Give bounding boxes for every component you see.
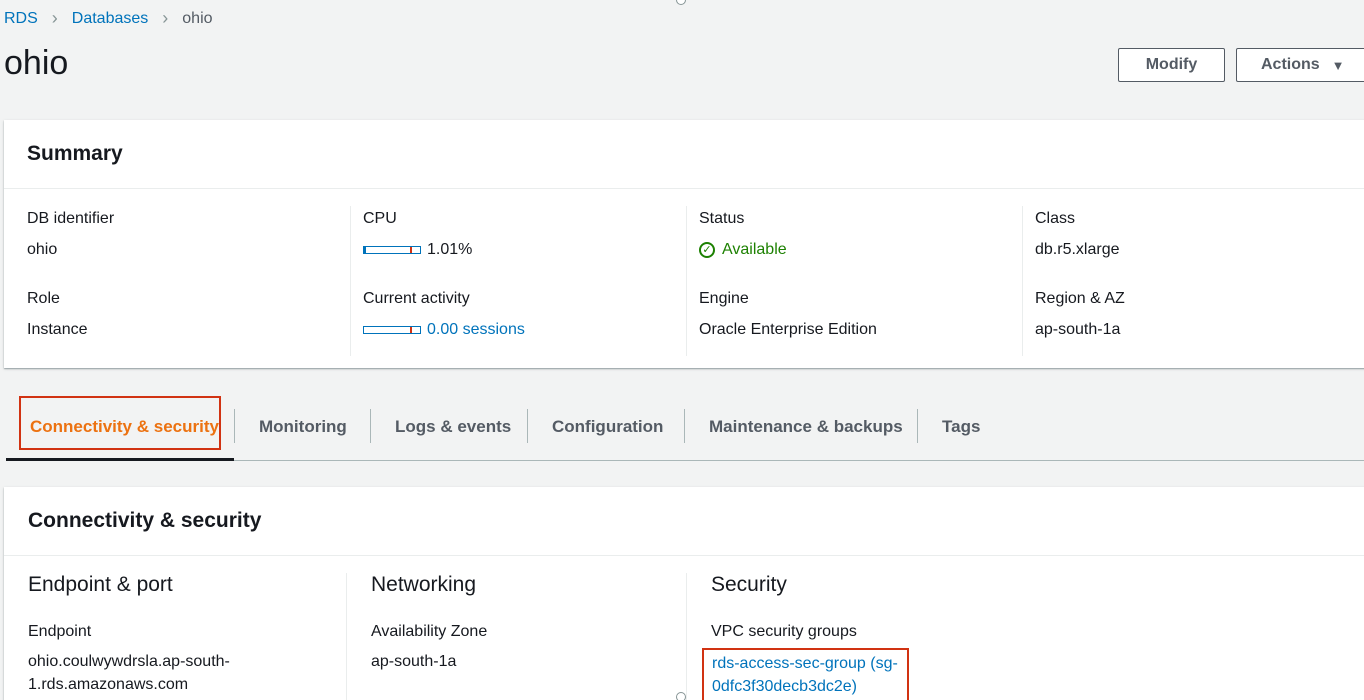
endpoint-label: Endpoint	[28, 623, 92, 640]
tab-maintenance-backups[interactable]: Maintenance & backups	[709, 396, 903, 458]
resize-handle-icon[interactable]	[676, 692, 686, 700]
security-group-line1: rds-access-sec-group (sg-	[712, 655, 898, 672]
availability-zone-label: Availability Zone	[371, 623, 488, 640]
active-tab-indicator	[6, 458, 234, 461]
summary-column-status: Status ✓ Available Engine Oracle Enterpr…	[686, 206, 1022, 356]
vpc-security-groups-label: VPC security groups	[711, 623, 857, 640]
modify-button-label: Modify	[1145, 56, 1198, 73]
summary-column-cpu: CPU 1.01% Current activity 0.00 sessions	[350, 206, 686, 356]
connectivity-header: Connectivity & security	[4, 487, 1364, 556]
summary-column-identity: DB identifier ohio Role Instance	[4, 206, 349, 356]
caret-down-icon: ▼	[1331, 57, 1345, 73]
cpu-label: CPU	[363, 210, 397, 227]
db-identifier-value: ohio	[27, 241, 58, 258]
security-section: Security VPC security groups rds-access-…	[686, 573, 1347, 700]
actions-dropdown-button[interactable]: Actions ▼	[1236, 48, 1364, 82]
status-label: Status	[699, 210, 745, 227]
db-identifier-label: DB identifier	[27, 210, 115, 227]
tab-tags[interactable]: Tags	[942, 396, 980, 458]
breadcrumb-databases-link[interactable]: Databases	[72, 10, 149, 28]
breadcrumb-rds-link[interactable]: RDS	[4, 10, 38, 28]
actions-button-label: Actions	[1261, 56, 1320, 73]
breadcrumb-current: ohio	[182, 9, 213, 27]
networking-title: Networking	[371, 573, 477, 596]
sessions-link[interactable]: 0.00 sessions	[427, 321, 525, 339]
status-value: ✓ Available	[699, 241, 787, 259]
cpu-percentage: 1.01%	[427, 241, 473, 258]
page-title: ohio	[4, 44, 69, 82]
resize-handle-icon[interactable]	[676, 0, 686, 5]
region-label: Region & AZ	[1035, 290, 1125, 307]
tab-monitoring[interactable]: Monitoring	[259, 396, 347, 458]
endpoint-value-line2: 1.rds.amazonaws.com	[28, 676, 189, 693]
endpoint-port-section: Endpoint & port Endpoint ohio.coulwywdrs…	[4, 573, 346, 700]
detail-tabs: Connectivity & security Monitoring Logs …	[6, 396, 1364, 461]
status-text: Available	[722, 241, 787, 258]
summary-header: Summary	[4, 120, 1364, 189]
class-label: Class	[1035, 210, 1076, 227]
availability-zone-value: ap-south-1a	[371, 653, 457, 670]
current-activity-label: Current activity	[363, 290, 470, 307]
endpoint-value-line1: ohio.coulwywdrsla.ap-south-	[28, 653, 230, 670]
chevron-right-icon: ›	[51, 8, 58, 28]
summary-panel: Summary DB identifier ohio Role Instance…	[4, 120, 1364, 368]
cpu-meter	[363, 246, 421, 254]
cpu-value: 1.01%	[363, 241, 472, 259]
tab-connectivity-security[interactable]: Connectivity & security	[30, 396, 219, 458]
activity-meter	[363, 326, 421, 334]
check-circle-icon: ✓	[699, 242, 715, 258]
current-activity-value: 0.00 sessions	[363, 321, 525, 339]
endpoint-port-title: Endpoint & port	[28, 573, 173, 596]
rds-database-detail-page: RDS › Databases › ohio ohio Modify Actio…	[0, 0, 1364, 700]
role-value: Instance	[27, 321, 88, 338]
region-value: ap-south-1a	[1035, 321, 1121, 338]
class-value: db.r5.xlarge	[1035, 241, 1120, 258]
security-group-line2: 0dfc3f30decb3dc2e)	[712, 678, 857, 695]
security-title: Security	[711, 573, 787, 596]
engine-label: Engine	[699, 290, 749, 307]
chevron-right-icon: ›	[162, 8, 169, 28]
tab-logs-events[interactable]: Logs & events	[395, 396, 511, 458]
engine-value: Oracle Enterprise Edition	[699, 321, 877, 338]
networking-section: Networking Availability Zone ap-south-1a	[346, 573, 687, 700]
vpc-security-group-link[interactable]: rds-access-sec-group (sg- 0dfc3f30decb3d…	[702, 648, 909, 700]
summary-column-class: Class db.r5.xlarge Region & AZ ap-south-…	[1022, 206, 1363, 356]
endpoint-value[interactable]: ohio.coulwywdrsla.ap-south- 1.rds.amazon…	[28, 650, 230, 696]
tab-configuration[interactable]: Configuration	[552, 396, 663, 458]
role-label: Role	[27, 290, 60, 307]
breadcrumb: RDS › Databases › ohio	[4, 8, 213, 29]
connectivity-security-panel: Connectivity & security Endpoint & port …	[4, 487, 1364, 700]
modify-button[interactable]: Modify	[1118, 48, 1225, 82]
